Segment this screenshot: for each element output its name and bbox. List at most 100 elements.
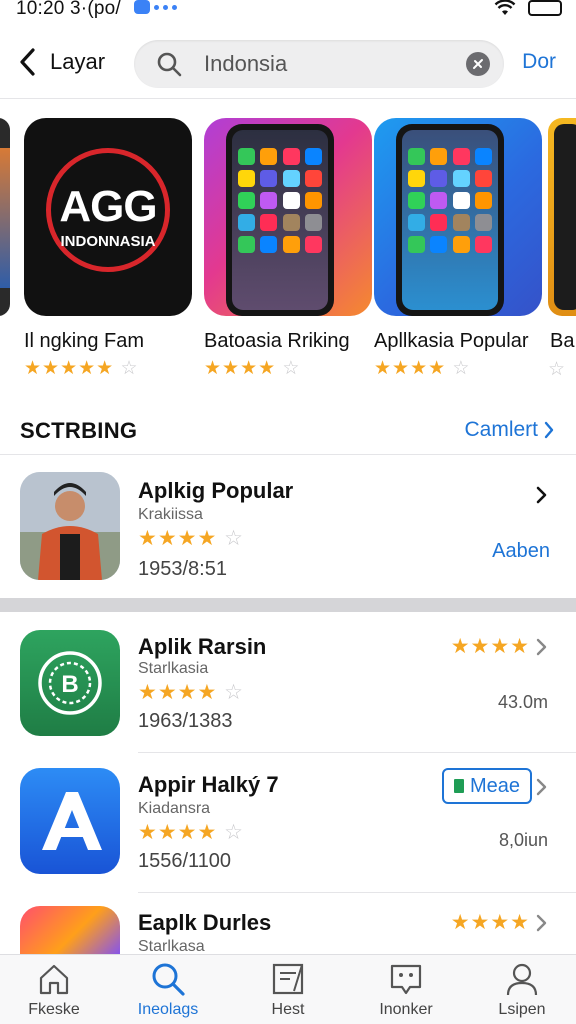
star-rating: ★★★★ <box>450 911 530 934</box>
search-nav-bar: Layar Dor <box>0 36 576 90</box>
tab-profile[interactable]: Lsipen <box>472 961 572 1024</box>
featured-carousel[interactable]: AGG INDONNASIA Il ngking Fam ★★★★★ ☆ Bat… <box>0 118 576 390</box>
app-tile-icon <box>474 170 492 187</box>
get-button[interactable]: Meae <box>441 768 532 804</box>
section-header: SCTRBING Camlert <box>0 412 576 452</box>
app-title: Eaplk Durles <box>138 910 272 935</box>
home-icon <box>39 964 69 995</box>
app-tile-icon <box>452 170 470 187</box>
tab-messages[interactable]: Inonker <box>356 961 456 1024</box>
star-rating: ★★★★★ ☆ <box>24 358 139 379</box>
app-subtitle: Kiadansra <box>138 800 211 817</box>
divider <box>138 752 576 753</box>
app-tile-icon <box>430 236 448 253</box>
app-tile-icon <box>238 214 255 231</box>
tab-search[interactable]: Ineolags <box>118 961 218 1024</box>
app-tile-icon <box>282 236 300 253</box>
app-size: 8,0iun <box>498 830 548 850</box>
tab-home[interactable]: Fkeske <box>4 961 104 1024</box>
app-tile-icon <box>430 170 448 187</box>
featured-card-title: Batoasia Rriking <box>204 330 350 352</box>
chevron-left-icon <box>18 44 38 80</box>
notification-indicators <box>134 0 177 14</box>
featured-card-title: Apllkasia Popular <box>374 330 529 352</box>
tab-bar: Fkeske Ineolags Hest Inonker Lsipen <box>0 954 576 1024</box>
star-rating: ★★★★ ☆ <box>204 358 301 379</box>
app-tile-icon <box>474 236 492 253</box>
battery-icon <box>528 0 562 16</box>
phone-screenshot-image <box>204 118 372 316</box>
app-tile-icon <box>304 214 322 231</box>
app-tile-icon <box>304 148 322 165</box>
app-tile-icon <box>430 192 448 209</box>
list-item[interactable]: Eaplk Durles Starlkasa ★★★★ <box>0 904 576 954</box>
dot-icon <box>154 4 159 10</box>
app-tile-icon <box>430 214 448 231</box>
app-tile-icon <box>304 236 322 253</box>
list-item[interactable]: B Aplik Rarsin Starlkasia ★★★★ ☆ 1963/13… <box>0 628 576 754</box>
app-tile-icon <box>260 192 278 209</box>
app-tile-icon <box>408 148 425 165</box>
app-tile-icon <box>474 214 492 231</box>
app-meta: 1953/8:51 <box>138 558 227 580</box>
featured-card[interactable]: AGG INDONNASIA Il ngking Fam ★★★★★ ☆ <box>24 118 192 380</box>
app-subtitle: Starlkasa <box>138 938 205 954</box>
back-button[interactable]: Layar <box>18 44 105 80</box>
app-tile-icon <box>238 148 255 165</box>
notification-badge-icon <box>134 0 150 14</box>
svg-text:B: B <box>61 671 78 698</box>
featured-card-partial-left[interactable] <box>0 118 10 316</box>
search-icon <box>156 51 182 82</box>
divider <box>0 454 576 455</box>
list-item[interactable]: Aplkig Popular Krakiissa ★★★★ ☆ 1953/8:5… <box>0 470 576 590</box>
app-tile-icon <box>282 170 300 187</box>
search-icon <box>152 963 185 996</box>
done-button[interactable]: Dor <box>522 50 556 74</box>
chevron-right-icon[interactable] <box>536 778 548 801</box>
app-tile-icon <box>238 170 255 187</box>
divider <box>0 98 576 99</box>
app-title: Aplik Rarsin <box>138 634 267 659</box>
search-field[interactable] <box>134 40 504 88</box>
app-tile-icon <box>452 236 470 253</box>
status-time: 10:20 3·(po/ <box>16 0 121 19</box>
list-item[interactable]: Appir Halký 7 Kiadansra ★★★★ ☆ 1556/1100… <box>0 766 576 892</box>
star-rating: ★★★★ ☆ <box>374 358 471 379</box>
app-tile-icon <box>408 192 425 209</box>
app-tile-icon <box>408 214 425 231</box>
app-tile-icon <box>408 170 425 187</box>
section-title: SCTRBING <box>20 418 138 443</box>
featured-card[interactable]: Apllkasia Popular ★★★★ ☆ <box>374 118 542 380</box>
chevron-right-icon[interactable] <box>536 914 548 937</box>
star-rating: ★★★★ ☆ <box>138 527 244 550</box>
tab-notes[interactable]: Hest <box>238 961 338 1024</box>
wifi-icon <box>494 0 516 16</box>
search-input[interactable] <box>204 40 454 88</box>
app-title: Appir Halký 7 <box>138 772 279 797</box>
dot-icon <box>163 4 168 10</box>
app-tile-icon <box>282 192 300 209</box>
app-tile-icon <box>430 148 448 165</box>
app-meta: 1963/1383 <box>138 710 233 732</box>
flag-icon <box>453 779 464 793</box>
app-subtitle: Starlkasia <box>138 660 209 677</box>
app-tile-icon <box>260 214 278 231</box>
section-separator <box>0 598 576 612</box>
app-tile-icon <box>408 236 425 253</box>
app-thumbnail-person-image <box>20 472 120 580</box>
green-b-app-icon: B <box>20 630 120 736</box>
open-button[interactable]: Aaben <box>492 540 550 563</box>
featured-card-title: Ba <box>550 330 575 352</box>
app-tile-icon <box>304 192 322 209</box>
dot-icon <box>172 4 177 10</box>
chevron-right-icon[interactable] <box>536 486 548 509</box>
app-tile-icon <box>260 148 278 165</box>
see-all-link[interactable]: Camlert <box>464 418 554 442</box>
chevron-right-icon[interactable] <box>536 638 548 661</box>
featured-card[interactable]: Batoasia Rriking ★★★★ ☆ <box>204 118 372 380</box>
clear-icon[interactable] <box>466 52 490 76</box>
featured-card-partial-right[interactable] <box>548 118 576 316</box>
app-tile-icon <box>260 170 278 187</box>
multicolor-app-icon <box>20 906 120 954</box>
app-tile-icon <box>304 170 322 187</box>
